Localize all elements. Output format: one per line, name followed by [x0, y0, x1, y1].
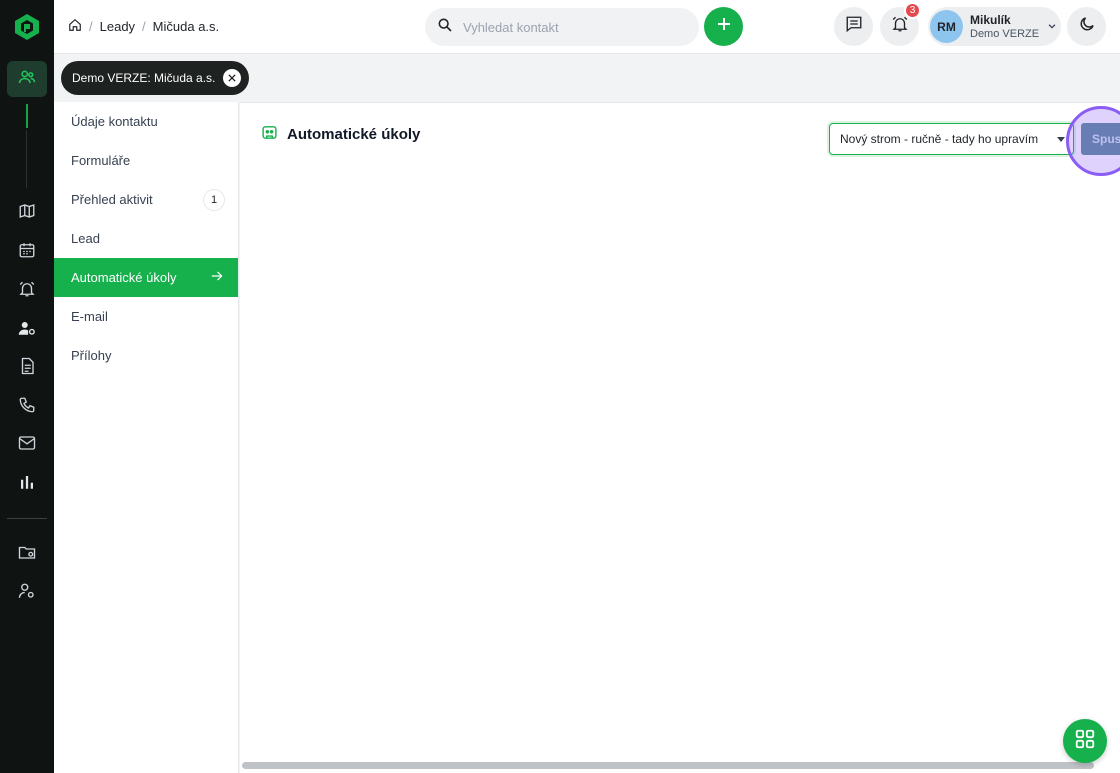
main-panel: Automatické úkoly Nový strom - ručně - t… [240, 102, 1120, 773]
app-rail [0, 0, 54, 773]
folder-settings-icon [18, 543, 36, 566]
rail-alarm-button[interactable] [15, 279, 39, 303]
rail-user-settings-button[interactable] [15, 318, 39, 342]
subnav-item-label: Lead [71, 231, 100, 246]
grid-icon [1074, 728, 1096, 755]
notification-count-badge: 3 [904, 2, 921, 19]
mail-icon [18, 434, 36, 457]
phone-icon [18, 396, 36, 419]
user-names: Mikulík Demo VERZE [970, 13, 1039, 41]
rail-map-button[interactable] [15, 201, 39, 225]
home-icon[interactable] [68, 18, 82, 35]
page-title-text: Automatické úkoly [287, 126, 421, 143]
add-button[interactable] [704, 7, 743, 46]
subnav-item-lead[interactable]: Lead [54, 219, 238, 258]
page-title: Automatické úkoly [261, 124, 420, 145]
chat-icon [845, 15, 863, 38]
subnav-item-email[interactable]: E-mail [54, 297, 238, 336]
user-cog-icon [18, 582, 36, 605]
user-menu[interactable]: RM Mikulík Demo VERZE [928, 7, 1061, 46]
rail-active-indicator [26, 104, 28, 128]
contacts-icon [18, 68, 36, 91]
rail-mail-button[interactable] [15, 433, 39, 457]
breadcrumb-leads[interactable]: Leady [100, 19, 135, 34]
calendar-icon [18, 241, 36, 264]
plus-icon [716, 16, 732, 37]
theme-toggle-button[interactable] [1067, 7, 1106, 46]
subnav-item-label: Přílohy [71, 348, 112, 363]
messages-button[interactable] [834, 7, 873, 46]
click-highlight [1066, 106, 1120, 176]
search-icon [437, 17, 453, 38]
close-icon[interactable] [223, 69, 242, 87]
subnav-item-label: E-mail [71, 309, 108, 324]
chart-icon [18, 473, 36, 496]
context-tab[interactable]: Demo VERZE: Mičuda a.s. [61, 61, 250, 95]
moon-icon [1078, 15, 1096, 38]
subnav-item-automatic-tasks[interactable]: Automatické úkoly [54, 258, 238, 297]
breadcrumb-separator: / [142, 19, 146, 34]
contact-subnav: Údaje kontaktu Formuláře Přehled aktivit… [54, 102, 239, 773]
chevron-down-icon [1047, 18, 1057, 36]
robot-icon [261, 124, 278, 145]
bell-icon [891, 15, 909, 38]
user-name: Mikulík [970, 12, 1011, 27]
user-org: Demo VERZE [970, 27, 1040, 40]
apps-button[interactable] [1063, 719, 1107, 763]
search-input[interactable] [463, 19, 683, 35]
map-icon [18, 202, 36, 225]
subnav-item-attachments[interactable]: Přílohy [54, 336, 238, 375]
search-box [425, 8, 699, 46]
notifications-button[interactable]: 3 [880, 2, 921, 46]
app-logo[interactable] [14, 13, 40, 41]
rail-folder-settings-button[interactable] [15, 542, 39, 566]
rail-contacts-button[interactable] [7, 61, 47, 97]
subnav-item-activity[interactable]: Přehled aktivit 1 [54, 180, 238, 219]
top-bar: / Leady / Mičuda a.s. 3 RM Mikulík Demo … [54, 0, 1120, 54]
subnav-item-label: Automatické úkoly [71, 270, 177, 285]
avatar: RM [930, 10, 963, 43]
breadcrumb: / Leady / Mičuda a.s. [68, 18, 219, 35]
tree-select[interactable]: Nový strom - ručně - tady ho upravím [829, 123, 1074, 155]
subnav-item-label: Přehled aktivit [71, 192, 153, 207]
rail-calendar-button[interactable] [15, 240, 39, 264]
caret-down-icon [1057, 137, 1065, 142]
context-tab-label: Demo VERZE: Mičuda a.s. [72, 71, 216, 85]
breadcrumb-current: Mičuda a.s. [152, 19, 220, 34]
tree-select-value: Nový strom - ručně - tady ho upravím [840, 132, 1039, 146]
rail-user-cog-button[interactable] [15, 581, 39, 605]
subnav-item-label: Údaje kontaktu [71, 114, 158, 129]
document-icon [18, 357, 36, 380]
subnav-item-contact-details[interactable]: Údaje kontaktu [54, 102, 238, 141]
rail-sub-line [26, 130, 27, 188]
rail-divider [7, 518, 47, 519]
alarm-icon [18, 280, 36, 303]
arrow-right-icon [210, 269, 224, 286]
rail-phone-button[interactable] [15, 395, 39, 419]
rail-stats-button[interactable] [15, 472, 39, 496]
rail-documents-button[interactable] [15, 356, 39, 380]
activity-count-badge: 1 [204, 189, 224, 210]
subnav-item-forms[interactable]: Formuláře [54, 141, 238, 180]
horizontal-scrollbar[interactable] [242, 762, 1094, 769]
subnav-item-label: Formuláře [71, 153, 131, 168]
user-settings-icon [18, 319, 36, 342]
breadcrumb-separator: / [89, 19, 93, 34]
